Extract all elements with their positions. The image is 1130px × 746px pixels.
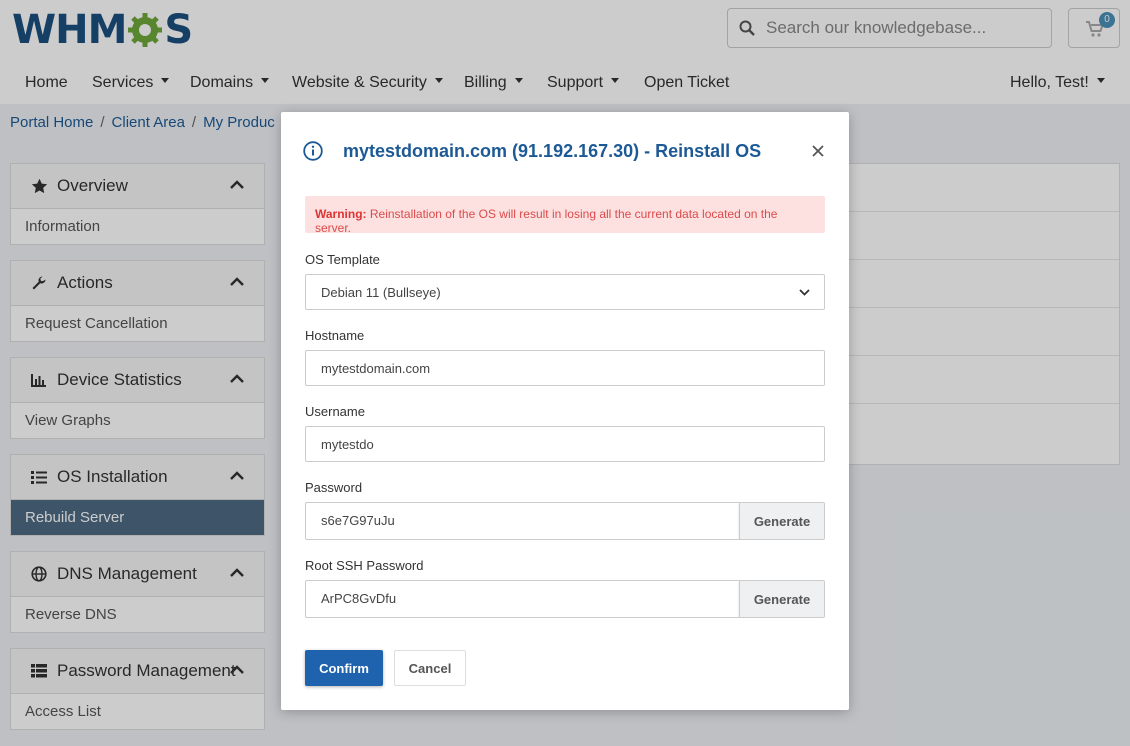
os-template-select[interactable]: Debian 11 (Bullseye) — [305, 274, 825, 310]
os-template-value: Debian 11 (Bullseye) — [321, 284, 441, 300]
generate-root-password-button[interactable]: Generate — [739, 581, 824, 617]
root-ssh-password-field: ArPC8GvDfu Generate — [305, 580, 825, 618]
cancel-button[interactable]: Cancel — [394, 650, 466, 686]
password-label: Password — [305, 480, 363, 495]
close-icon[interactable] — [809, 142, 827, 160]
root-ssh-password-label: Root SSH Password — [305, 558, 424, 573]
hostname-input[interactable]: mytestdomain.com — [305, 350, 825, 386]
hostname-label: Hostname — [305, 328, 365, 343]
os-template-label: OS Template — [305, 252, 380, 267]
password-field: s6e7G97uJu Generate — [305, 502, 825, 540]
username-label: Username — [305, 404, 365, 419]
warning-alert: Warning: Reinstallation of the OS will r… — [305, 196, 825, 235]
warning-label: Warning: — [315, 207, 367, 221]
warning-text: Reinstallation of the OS will result in … — [315, 207, 778, 235]
modal-header: mytestdomain.com (91.192.167.30) - Reins… — [303, 138, 827, 164]
info-icon — [303, 141, 323, 161]
generate-password-button[interactable]: Generate — [739, 503, 824, 539]
password-input[interactable]: s6e7G97uJu — [306, 503, 739, 539]
modal-title: mytestdomain.com (91.192.167.30) - Reins… — [343, 140, 762, 161]
chevron-down-icon — [799, 288, 810, 296]
username-input[interactable]: mytestdo — [305, 426, 825, 462]
confirm-button[interactable]: Confirm — [305, 650, 383, 686]
reinstall-os-modal: mytestdomain.com (91.192.167.30) - Reins… — [281, 112, 849, 710]
root-ssh-password-input[interactable]: ArPC8GvDfu — [306, 581, 739, 617]
